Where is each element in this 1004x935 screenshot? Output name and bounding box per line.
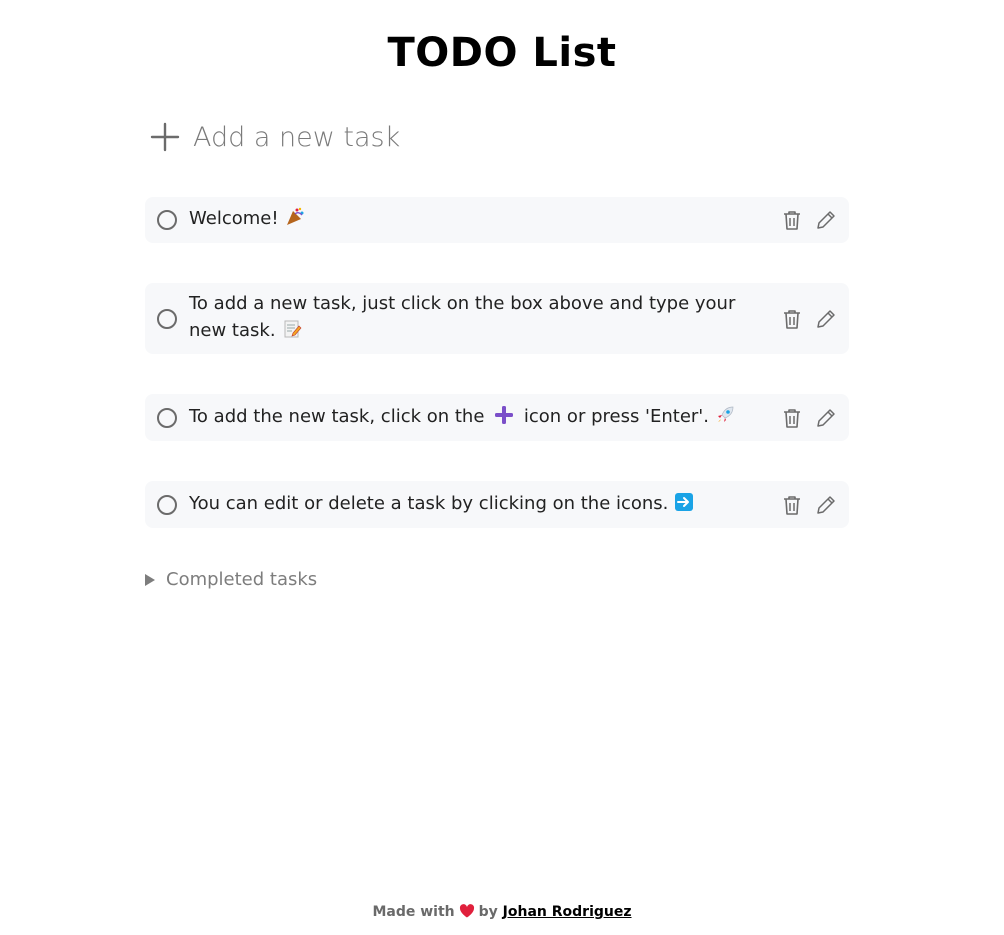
complete-checkbox[interactable] bbox=[157, 494, 177, 515]
pencil-icon[interactable] bbox=[815, 208, 837, 232]
task-item: To add the new task, click on the icon o… bbox=[145, 394, 849, 441]
task-item: To add a new task, just click on the box… bbox=[145, 283, 849, 354]
author-link[interactable]: Johan Rodriguez bbox=[503, 904, 632, 920]
complete-checkbox[interactable] bbox=[157, 308, 177, 329]
trash-icon[interactable] bbox=[781, 208, 803, 232]
heart-icon bbox=[459, 904, 475, 922]
plus-emoji-icon bbox=[494, 405, 514, 433]
add-task-input[interactable] bbox=[193, 121, 833, 153]
trash-icon[interactable] bbox=[781, 307, 803, 331]
pencil-icon[interactable] bbox=[815, 307, 837, 331]
rocket-icon bbox=[715, 405, 735, 433]
pencil-icon[interactable] bbox=[815, 493, 837, 517]
footer: Made with by Johan Rodriguez bbox=[372, 904, 632, 922]
completed-tasks-toggle[interactable]: Completed tasks bbox=[145, 569, 317, 590]
completed-tasks-label: Completed tasks bbox=[166, 569, 318, 590]
party-popper-icon bbox=[285, 207, 305, 235]
trash-icon[interactable] bbox=[781, 406, 803, 430]
task-item: You can edit or delete a task by clickin… bbox=[145, 481, 849, 528]
memo-icon bbox=[282, 319, 302, 347]
task-text: Welcome! bbox=[189, 205, 781, 235]
task-text: To add the new task, click on the icon o… bbox=[189, 403, 781, 433]
plus-icon[interactable] bbox=[145, 117, 185, 157]
task-text: You can edit or delete a task by clickin… bbox=[189, 490, 781, 520]
complete-checkbox[interactable] bbox=[157, 210, 177, 230]
pencil-icon[interactable] bbox=[815, 406, 837, 430]
expand-triangle-icon bbox=[145, 573, 155, 586]
task-text: To add a new task, just click on the box… bbox=[189, 290, 781, 347]
complete-checkbox[interactable] bbox=[157, 407, 177, 428]
trash-icon[interactable] bbox=[781, 493, 803, 517]
task-item: Welcome! bbox=[145, 197, 849, 243]
right-arrow-icon bbox=[674, 492, 694, 520]
page-title: TODO List bbox=[387, 30, 617, 76]
add-task-row[interactable] bbox=[145, 112, 850, 162]
